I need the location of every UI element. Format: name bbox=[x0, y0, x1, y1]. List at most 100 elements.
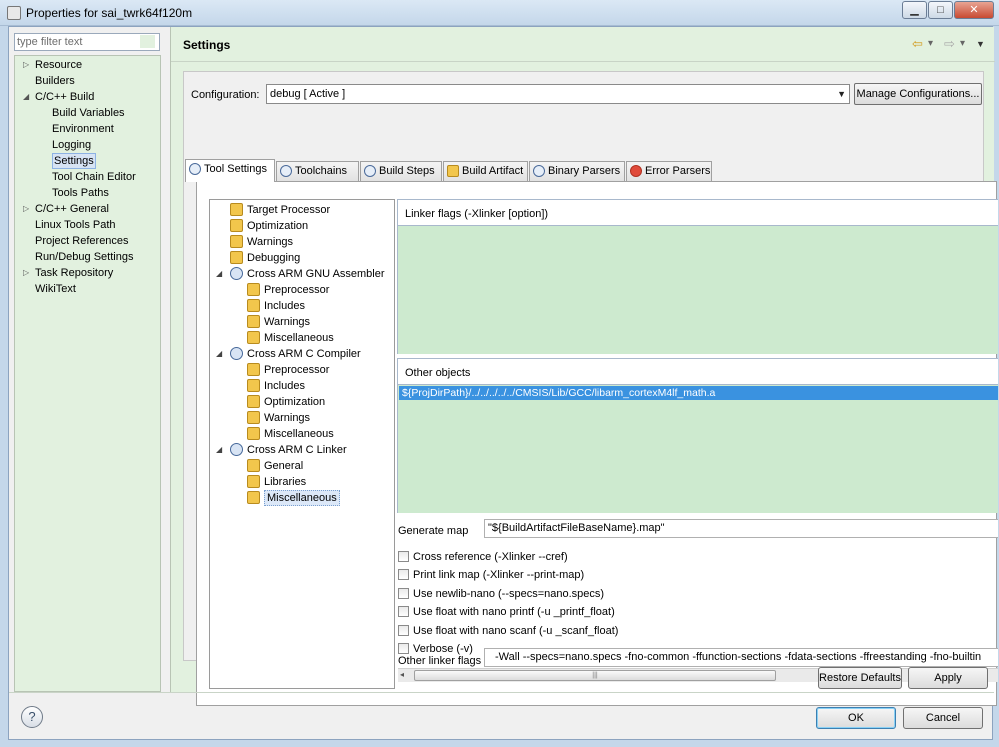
tab-5[interactable]: Error Parsers bbox=[626, 161, 712, 181]
sidebar-item[interactable]: Build Variables bbox=[52, 105, 125, 121]
sidebar-item[interactable]: C/C++ General bbox=[35, 201, 109, 217]
restore-defaults-button[interactable]: Restore Defaults bbox=[818, 667, 902, 689]
filter-input[interactable]: type filter text bbox=[14, 33, 160, 51]
sidebar-item[interactable]: Tools Paths bbox=[52, 185, 109, 201]
build-artifact-icon bbox=[447, 165, 459, 177]
title-bar: Properties for sai_twrk64f120m ▁ □ ✕ bbox=[0, 0, 999, 26]
tab-3[interactable]: Build Artifact bbox=[443, 161, 528, 181]
tool-tree-item[interactable]: Target Processor bbox=[247, 202, 330, 218]
sash[interactable] bbox=[161, 55, 170, 692]
sidebar-item[interactable]: Resource bbox=[35, 57, 82, 73]
sidebar-item[interactable]: Linux Tools Path bbox=[35, 217, 116, 233]
tool-tree-item[interactable]: Cross ARM C Compiler bbox=[247, 346, 361, 362]
tab-label: Binary Parsers bbox=[548, 165, 621, 177]
collapsed-arrow-icon[interactable]: ▷ bbox=[23, 57, 29, 73]
expanded-arrow-icon[interactable]: ◢ bbox=[216, 346, 222, 362]
tool-settings-panel: Target Processor Optimization Warnings Debu… bbox=[196, 181, 998, 706]
tab-label: Error Parsers bbox=[645, 165, 711, 177]
back-menu-icon[interactable]: ▾ bbox=[928, 38, 933, 49]
tool-tree-item[interactable]: Optimization bbox=[247, 218, 308, 234]
tool-tree-item[interactable]: Optimization bbox=[264, 394, 325, 410]
manage-configurations-button[interactable]: Manage Configurations... bbox=[854, 83, 982, 105]
checkbox-row[interactable]: Use float with nano printf (-u _printf_f… bbox=[398, 604, 615, 620]
checkbox[interactable] bbox=[398, 643, 409, 654]
checkbox[interactable] bbox=[398, 569, 409, 580]
tool-tree-item[interactable]: Miscellaneous bbox=[264, 490, 340, 506]
tool-tree-item[interactable]: Miscellaneous bbox=[264, 330, 334, 346]
cancel-button[interactable]: Cancel bbox=[903, 707, 983, 729]
tool-gear-icon bbox=[230, 267, 243, 280]
property-tree: ▷ Resource Builders ◢ C/C++ Build Build Varia… bbox=[14, 55, 161, 692]
sidebar-item[interactable]: C/C++ Build bbox=[35, 89, 94, 105]
tool-tree-item[interactable]: Libraries bbox=[264, 474, 306, 490]
linker-flags-list[interactable] bbox=[398, 225, 998, 354]
view-menu-icon[interactable]: ▼ bbox=[976, 39, 985, 49]
sidebar-item[interactable]: Builders bbox=[35, 73, 75, 89]
checkbox[interactable] bbox=[398, 551, 409, 562]
checkbox-row[interactable]: Verbose (-v) bbox=[398, 641, 473, 657]
tool-tree-item[interactable]: Preprocessor bbox=[264, 362, 329, 378]
tool-tree-item[interactable]: Cross ARM GNU Assembler bbox=[247, 266, 385, 282]
tool-tree-item[interactable]: Warnings bbox=[247, 234, 293, 250]
dropdown-arrow-icon[interactable]: ▼ bbox=[837, 85, 846, 103]
filter-clear-icon[interactable] bbox=[140, 35, 155, 48]
checkbox-row[interactable]: Use float with nano scanf (-u _scanf_flo… bbox=[398, 623, 618, 639]
tool-tree-item[interactable]: Warnings bbox=[264, 410, 310, 426]
tab-label: Build Artifact bbox=[462, 165, 524, 177]
back-arrow-icon[interactable]: ⇦ bbox=[912, 36, 923, 52]
tool-tree-item[interactable]: Includes bbox=[264, 378, 305, 394]
scroll-thumb[interactable]: ||| bbox=[414, 670, 776, 681]
tool-tree-item[interactable]: Debugging bbox=[247, 250, 300, 266]
tool-tree-item[interactable]: Preprocessor bbox=[264, 282, 329, 298]
expanded-arrow-icon[interactable]: ◢ bbox=[23, 89, 29, 105]
expanded-arrow-icon[interactable]: ◢ bbox=[216, 442, 222, 458]
other-linker-flags-input[interactable]: -Wall --specs=nano.specs -fno-common -ff… bbox=[484, 648, 998, 667]
tab-1[interactable]: Toolchains bbox=[276, 161, 359, 181]
help-icon[interactable]: ? bbox=[21, 706, 43, 728]
configuration-select[interactable]: debug [ Active ] ▼ bbox=[266, 84, 850, 104]
checkbox-row[interactable]: Print link map (-Xlinker --print-map) bbox=[398, 567, 584, 583]
folder-settings-icon bbox=[247, 363, 260, 376]
folder-settings-icon bbox=[247, 299, 260, 312]
checkbox-row[interactable]: Use newlib-nano (--specs=nano.specs) bbox=[398, 586, 604, 602]
checkbox-row[interactable]: Cross reference (-Xlinker --cref) bbox=[398, 549, 568, 565]
tool-tree-item[interactable]: Warnings bbox=[264, 314, 310, 330]
tool-tree-item[interactable]: Includes bbox=[264, 298, 305, 314]
sidebar-item[interactable]: Logging bbox=[52, 137, 91, 153]
checkbox[interactable] bbox=[398, 588, 409, 599]
sidebar-item[interactable]: Task Repository bbox=[35, 265, 113, 281]
tab-2[interactable]: Build Steps bbox=[360, 161, 442, 181]
sidebar-item[interactable]: Run/Debug Settings bbox=[35, 249, 133, 265]
scroll-left-icon[interactable]: ◂ bbox=[400, 670, 404, 679]
checkbox-label: Verbose (-v) bbox=[413, 643, 473, 655]
checkbox[interactable] bbox=[398, 606, 409, 617]
forward-menu-icon[interactable]: ▾ bbox=[960, 38, 965, 49]
ok-button[interactable]: OK bbox=[816, 707, 896, 729]
minimize-button[interactable]: ▁ bbox=[902, 1, 927, 19]
tab-0[interactable]: Tool Settings bbox=[185, 159, 275, 182]
app-icon bbox=[7, 6, 21, 20]
tool-tree-item[interactable]: General bbox=[264, 458, 303, 474]
tool-tree-item[interactable]: Cross ARM C Linker bbox=[247, 442, 347, 458]
maximize-button[interactable]: □ bbox=[928, 1, 953, 19]
checkbox[interactable] bbox=[398, 625, 409, 636]
tool-settings-icon bbox=[189, 163, 201, 175]
other-objects-list[interactable]: ${ProjDirPath}/../../../../../CMSIS/Lib/… bbox=[398, 384, 998, 513]
sidebar-item[interactable]: Tool Chain Editor bbox=[52, 169, 136, 185]
tool-tree-item[interactable]: Miscellaneous bbox=[264, 426, 334, 442]
sidebar-item[interactable]: Settings bbox=[52, 153, 96, 169]
tab-4[interactable]: Binary Parsers bbox=[529, 161, 625, 181]
collapsed-arrow-icon[interactable]: ▷ bbox=[23, 201, 29, 217]
sidebar-item[interactable]: Environment bbox=[52, 121, 114, 137]
close-window-button[interactable]: ✕ bbox=[954, 1, 994, 19]
error-parsers-icon bbox=[630, 165, 642, 177]
sidebar-item[interactable]: Project References bbox=[35, 233, 129, 249]
list-item[interactable]: ${ProjDirPath}/../../../../../CMSIS/Lib/… bbox=[399, 386, 998, 400]
apply-button[interactable]: Apply bbox=[908, 667, 988, 689]
forward-arrow-icon[interactable]: ⇨ bbox=[944, 36, 955, 52]
folder-settings-icon bbox=[230, 219, 243, 232]
generate-map-input[interactable]: "${BuildArtifactFileBaseName}.map" bbox=[484, 519, 998, 538]
sidebar-item[interactable]: WikiText bbox=[35, 281, 76, 297]
collapsed-arrow-icon[interactable]: ▷ bbox=[23, 265, 29, 281]
expanded-arrow-icon[interactable]: ◢ bbox=[216, 266, 222, 282]
